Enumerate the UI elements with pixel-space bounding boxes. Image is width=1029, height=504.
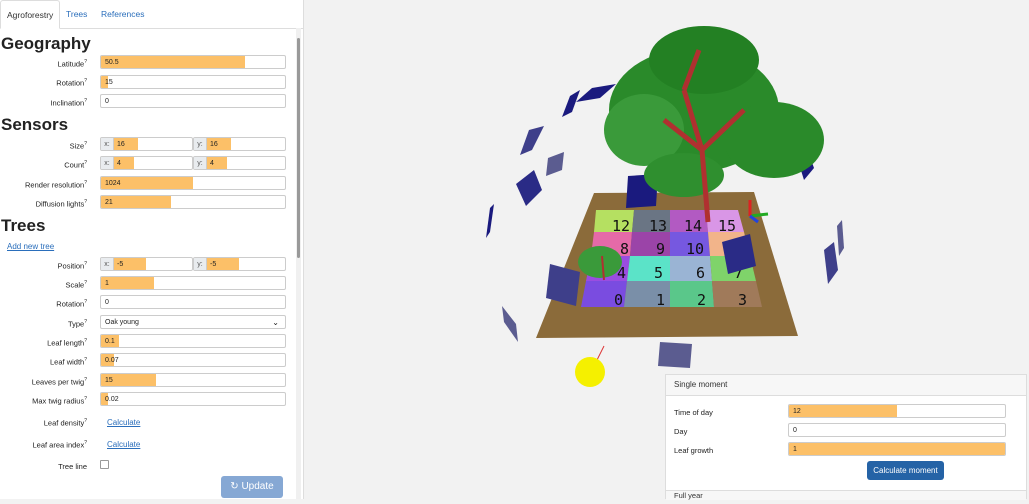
grid-number: 3: [738, 291, 747, 309]
sensor-panel: [658, 342, 692, 368]
rotation-label: Rotation?: [56, 78, 87, 88]
grid-number: 2: [697, 291, 706, 309]
scale-label: Scale?: [65, 280, 87, 290]
sensor-panel: [837, 220, 844, 256]
sensor-panel: [486, 204, 494, 238]
size-x-input[interactable]: x: 16: [100, 137, 193, 151]
leaf-width-input[interactable]: 0.07: [100, 353, 286, 367]
count-label: Count?: [64, 160, 87, 170]
sensor-panel: [546, 152, 564, 176]
max-twig-label: Max twig radius?: [32, 396, 87, 406]
section-sensors: Sensors: [1, 115, 69, 134]
grid-number: 8: [620, 240, 629, 258]
grid-number: 6: [696, 264, 705, 282]
grid-number: 12: [612, 217, 630, 235]
inclination-input[interactable]: 0: [100, 94, 286, 108]
tab-references[interactable]: References: [95, 0, 150, 27]
count-x-input[interactable]: x: 4: [100, 156, 193, 170]
render-input[interactable]: 1024: [100, 176, 286, 190]
leaf-length-label: Leaf length?: [47, 338, 87, 348]
latitude-label: Latitude?: [57, 59, 87, 69]
position-label: Position?: [57, 261, 87, 271]
tree-line-checkbox[interactable]: [100, 460, 109, 469]
time-input[interactable]: 12: [788, 404, 1006, 418]
leaf-area-label: Leaf area index?: [32, 440, 88, 450]
size-y-input[interactable]: y: 16: [193, 137, 286, 151]
tree-rotation-input[interactable]: 0: [100, 295, 286, 309]
sun-icon: [575, 357, 605, 387]
time-label: Time of day: [674, 408, 713, 417]
sensor-panel: [562, 90, 580, 117]
settings-panel: Agroforestry Trees References Geography …: [0, 0, 304, 499]
chevron-down-icon: ⌄: [272, 318, 279, 327]
leaves-per-twig-input[interactable]: 15: [100, 373, 286, 387]
leaf-length-input[interactable]: 0.1: [100, 334, 286, 348]
section-trees: Trees: [1, 216, 46, 235]
sensor-panel: [576, 84, 616, 102]
max-twig-input[interactable]: 0.02: [100, 392, 286, 406]
leaf-density-calculate-link[interactable]: Calculate: [107, 418, 140, 427]
single-moment-panel: Single moment Time of day 12 Day 0 Leaf …: [665, 374, 1027, 500]
sensor-panel: [824, 242, 838, 284]
tab-trees[interactable]: Trees: [60, 0, 93, 27]
update-button[interactable]: ↻ Update: [221, 476, 283, 498]
tab-bar: Agroforestry Trees References: [0, 0, 303, 29]
position-y-input[interactable]: y: -5: [193, 257, 286, 271]
grid-number: 15: [718, 217, 736, 235]
leaf-width-label: Leaf width?: [50, 357, 87, 367]
sensor-panel: [520, 126, 544, 155]
grid-number: 10: [686, 240, 704, 258]
leaf-density-label: Leaf density?: [43, 418, 87, 428]
leaves-per-twig-label: Leaves per twig?: [31, 377, 87, 387]
grid-number: 9: [656, 240, 665, 258]
latitude-input[interactable]: 50.5: [100, 55, 286, 69]
single-moment-title: Single moment: [666, 375, 1026, 396]
diffusion-input[interactable]: 21: [100, 195, 286, 209]
position-x-input[interactable]: x: -5: [100, 257, 193, 271]
scale-input[interactable]: 1: [100, 276, 286, 290]
sensor-panel: [502, 306, 518, 342]
rotation-input[interactable]: 15: [100, 75, 286, 89]
tree-rotation-label: Rotation?: [56, 299, 87, 309]
refresh-icon: ↻: [230, 481, 239, 492]
render-label: Render resolution?: [25, 180, 87, 190]
sensor-panel: [516, 170, 542, 206]
size-label: Size?: [69, 141, 87, 151]
tree-line-label: Tree line: [58, 462, 87, 471]
diffusion-label: Diffusion lights?: [35, 199, 87, 209]
inclination-label: Inclination?: [50, 98, 87, 108]
growth-input[interactable]: 1: [788, 442, 1006, 456]
count-y-input[interactable]: y: 4: [193, 156, 286, 170]
section-geography: Geography: [1, 34, 91, 53]
leaf-area-calculate-link[interactable]: Calculate: [107, 440, 140, 449]
scrollbar-thumb[interactable]: [297, 38, 300, 258]
type-select[interactable]: Oak young ⌄: [100, 315, 286, 329]
calculate-moment-button[interactable]: Calculate moment: [867, 461, 944, 480]
grid-number: 14: [684, 217, 702, 235]
grid-number: 5: [654, 264, 663, 282]
grid-number: 0: [614, 291, 623, 309]
tab-agroforestry[interactable]: Agroforestry: [0, 0, 61, 29]
day-label: Day: [674, 427, 688, 436]
growth-label: Leaf growth: [674, 446, 714, 455]
type-label: Type?: [67, 319, 87, 329]
add-tree-link[interactable]: Add new tree: [7, 242, 54, 251]
grid-number: 13: [649, 217, 667, 235]
grid-number: 1: [656, 291, 665, 309]
day-input[interactable]: 0: [788, 423, 1006, 437]
